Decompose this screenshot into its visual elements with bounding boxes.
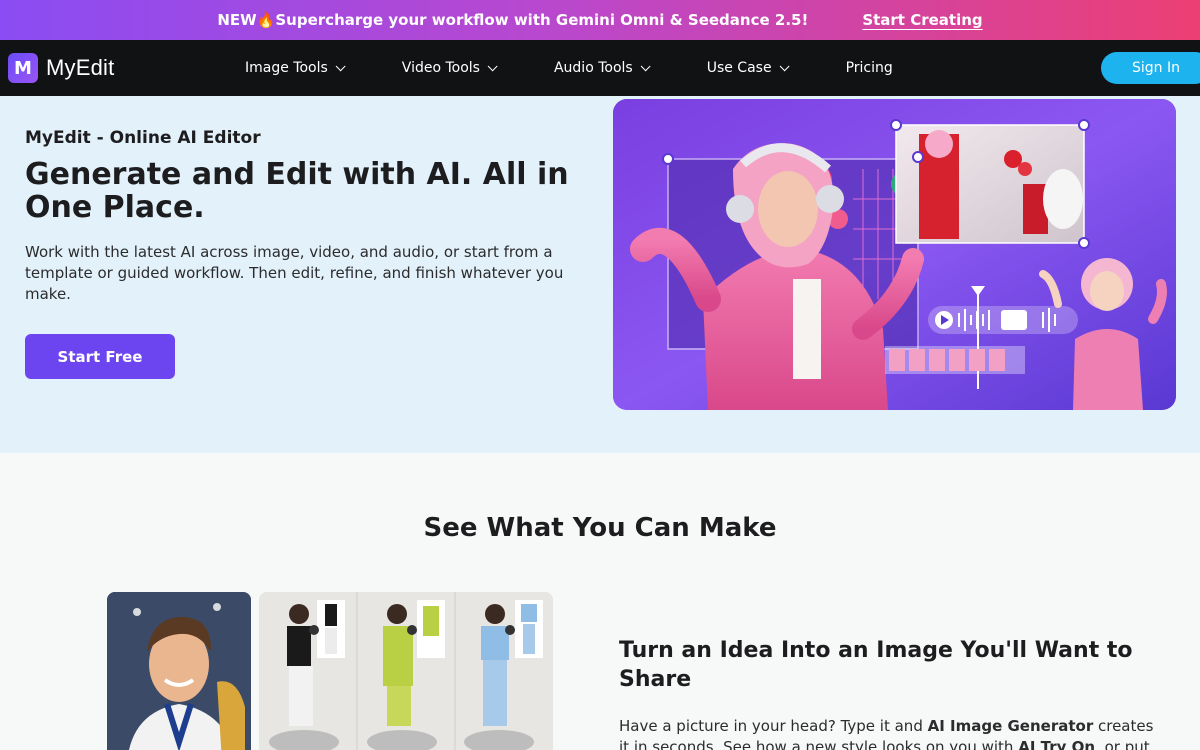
nav-item-use-case[interactable]: Use Case [706,60,790,76]
nav-item-label: Audio Tools [553,60,633,76]
try-on-image [259,592,553,750]
section-title: See What You Can Make [423,513,777,543]
hero-description: Work with the latest AI across image, vi… [25,243,564,303]
feature-title: Turn an Idea Into an Image You'll Want t… [619,638,1133,692]
example-image-try-on [259,592,553,750]
feature-desc-text: , or put [1095,738,1150,750]
nav-item-image-tools[interactable]: Image Tools [245,60,346,76]
start-free-button[interactable]: Start Free [25,334,175,379]
logo-icon: M [8,53,38,83]
hero-collage-image [613,99,1176,410]
hero-kicker: MyEdit - Online AI Editor [25,128,261,148]
nav-menu: Image Tools Video Tools Audio Tools Use … [245,40,953,96]
chevron-down-icon [640,60,651,71]
chevron-down-icon [779,60,790,71]
top-nav: M MyEdit Image Tools Video Tools Audio T… [0,40,1200,96]
portrait-image [107,592,251,750]
hero-illustration [613,99,1176,410]
ai-try-on-link[interactable]: AI Try On [1018,738,1095,750]
logo-text: MyEdit [46,55,115,80]
nav-item-label: Use Case [706,60,772,76]
chevron-down-icon [335,60,346,71]
feature-desc-text: Have a picture in your head? Type it and [619,717,928,735]
chevron-down-icon [487,60,498,71]
feature-description: Have a picture in your head? Type it and… [619,716,1159,750]
promo-banner: NEW🔥Supercharge your workflow with Gemin… [0,0,1200,40]
nav-item-label: Image Tools [245,60,328,76]
nav-item-label: Video Tools [401,60,480,76]
example-image-portrait [107,592,251,750]
logo[interactable]: M MyEdit [8,53,114,83]
hero-section: MyEdit - Online AI Editor Generate and E… [0,96,1200,453]
nav-item-audio-tools[interactable]: Audio Tools [553,60,651,76]
nav-item-label: Pricing [845,60,893,76]
hero-title: Generate and Edit with AI. All in One Pl… [25,157,569,225]
nav-item-video-tools[interactable]: Video Tools [401,60,498,76]
sign-in-button[interactable]: Sign In [1101,52,1200,84]
promo-text: NEW🔥Supercharge your workflow with Gemin… [217,11,809,29]
start-creating-link[interactable]: Start Creating [862,11,982,29]
nav-item-pricing[interactable]: Pricing [846,60,893,76]
ai-image-generator-link[interactable]: AI Image Generator [928,717,1094,735]
